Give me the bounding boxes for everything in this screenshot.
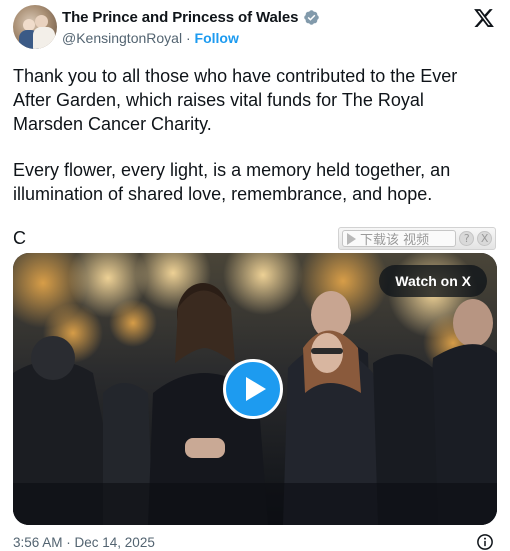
download-help-button[interactable]: ? [459, 231, 475, 246]
info-icon[interactable] [476, 533, 494, 551]
play-button[interactable] [223, 359, 283, 419]
watch-on-x-button[interactable]: Watch on X [379, 265, 487, 297]
author-handle-row: @KensingtonRoyal · Follow [62, 30, 239, 46]
tweet-timestamp[interactable]: 3:56 AM · Dec 14, 2025 [13, 535, 155, 550]
video-download-toolbar: 下载该 视频 ? X [338, 227, 496, 250]
play-icon [245, 377, 266, 401]
download-video-label: 下载该 视频 [360, 233, 430, 248]
download-arrow-icon [347, 232, 356, 245]
tweet-text: Thank you to all those who have contribu… [13, 64, 493, 250]
author-display-name[interactable]: The Prince and Princess of Wales [62, 9, 298, 26]
download-close-button[interactable]: X [477, 231, 492, 246]
author-handle[interactable]: @KensingtonRoyal [62, 30, 182, 46]
video-player[interactable]: Watch on X [13, 253, 497, 525]
follow-button[interactable]: Follow [195, 30, 239, 46]
verified-badge-icon [304, 10, 320, 25]
tweet-paragraph-1: Thank you to all those who have contribu… [13, 66, 458, 134]
author-name-row: The Prince and Princess of Wales [62, 9, 320, 26]
author-avatar[interactable] [13, 5, 57, 49]
avatar-figure-2-body [33, 27, 55, 49]
x-logo-icon[interactable] [473, 7, 495, 29]
download-video-button[interactable]: 下载该 视频 [342, 230, 457, 248]
tweet-paragraph-2: Every flower, every light, is a memory h… [13, 160, 451, 204]
handle-separator: · [185, 30, 191, 46]
